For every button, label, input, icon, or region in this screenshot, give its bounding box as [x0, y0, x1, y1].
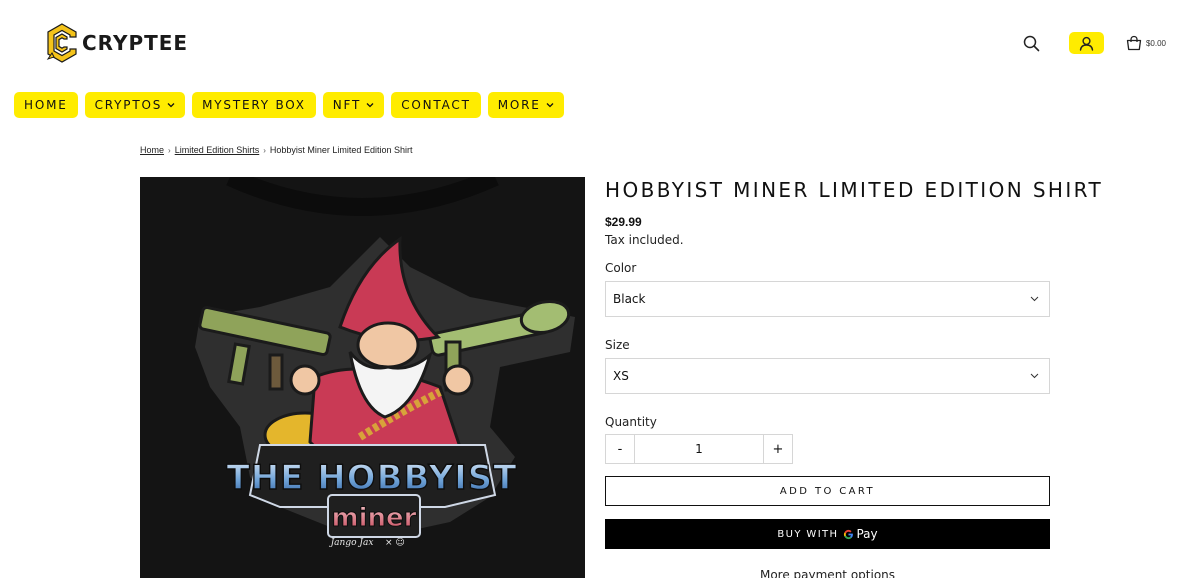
chevron-down-icon — [167, 103, 175, 108]
cart-button[interactable]: $0.00 — [1126, 35, 1166, 51]
account-button[interactable] — [1068, 32, 1104, 54]
color-label: Color — [605, 261, 637, 275]
color-select[interactable]: Black — [605, 281, 1050, 317]
nav-item-home[interactable]: HOME — [14, 92, 78, 118]
product-info: HOBBYIST MINER LIMITED EDITION SHIRT $29… — [605, 178, 1104, 578]
google-g-icon — [844, 529, 854, 539]
color-select-value: Black — [613, 292, 646, 306]
chevron-down-icon — [1030, 296, 1039, 302]
breadcrumb-category-link[interactable]: Limited Edition Shirts — [175, 145, 260, 155]
artwork-signature: Jango Jax — [329, 538, 374, 548]
header-actions: $0.00 — [1019, 32, 1166, 54]
chevron-down-icon — [1030, 373, 1039, 379]
more-payment-options-link[interactable]: More payment options — [605, 568, 1050, 578]
chevron-down-icon — [366, 103, 374, 108]
product-image[interactable]: THE HOBBYIST miner Jango Jax × ☺ — [140, 177, 585, 578]
bag-icon — [1126, 35, 1142, 51]
user-icon — [1079, 36, 1094, 51]
buy-with-label: BUY WITH — [777, 528, 839, 540]
gpay-label: Pay — [856, 527, 878, 541]
brand-name: CRYPTEE — [82, 31, 189, 55]
tax-note: Tax included. — [605, 233, 684, 247]
artwork-title-line2: miner — [332, 503, 417, 533]
breadcrumb-separator: › — [263, 145, 266, 155]
artwork-title-line1: THE HOBBYIST — [227, 458, 518, 498]
main-nav: HOME CRYPTOS MYSTERY BOX NFT CONTACT MOR… — [14, 92, 571, 118]
search-button[interactable] — [1019, 32, 1045, 54]
nav-item-label: CONTACT — [401, 98, 471, 112]
product-artwork: THE HOBBYIST miner Jango Jax × ☺ — [195, 177, 575, 548]
nav-item-cryptos[interactable]: CRYPTOS — [84, 92, 186, 118]
quantity-increase-button[interactable]: + — [763, 435, 792, 463]
quantity-decrease-button[interactable]: - — [606, 435, 635, 463]
nav-item-nft[interactable]: NFT — [322, 92, 385, 118]
quantity-stepper: - 1 + — [605, 434, 793, 464]
cart-total: $0.00 — [1145, 38, 1166, 48]
nav-item-more[interactable]: MORE — [487, 92, 564, 118]
size-select-value: XS — [613, 369, 629, 383]
nav-item-contact[interactable]: CONTACT — [391, 92, 481, 118]
artwork-signature-mark: × ☺ — [385, 537, 405, 548]
nav-item-mystery-box[interactable]: MYSTERY BOX — [192, 92, 316, 118]
breadcrumb-current: Hobbyist Miner Limited Edition Shirt — [269, 145, 413, 155]
cryptee-logo-icon — [46, 23, 77, 63]
breadcrumb-separator: › — [168, 145, 171, 155]
buy-with-google-pay-button[interactable]: BUY WITH Pay — [605, 519, 1050, 549]
nav-item-label: NFT — [332, 98, 362, 112]
nav-item-label: MORE — [497, 98, 541, 112]
add-to-cart-button[interactable]: ADD TO CART — [605, 476, 1050, 506]
quantity-input[interactable]: 1 — [635, 435, 763, 463]
search-icon — [1024, 35, 1040, 51]
nav-item-label: HOME — [24, 98, 68, 112]
size-label: Size — [605, 338, 630, 352]
breadcrumb: Home › Limited Edition Shirts › Hobbyist… — [140, 145, 412, 155]
chevron-down-icon — [546, 103, 554, 108]
size-select[interactable]: XS — [605, 358, 1050, 394]
product-title: HOBBYIST MINER LIMITED EDITION SHIRT — [605, 178, 1104, 202]
brand-logo[interactable]: CRYPTEE — [46, 23, 188, 63]
product-price: $29.99 — [605, 215, 642, 229]
nav-item-label: CRYPTOS — [94, 98, 163, 112]
nav-item-label: MYSTERY BOX — [202, 98, 306, 112]
breadcrumb-home-link[interactable]: Home — [140, 145, 164, 155]
quantity-label: Quantity — [605, 415, 657, 429]
